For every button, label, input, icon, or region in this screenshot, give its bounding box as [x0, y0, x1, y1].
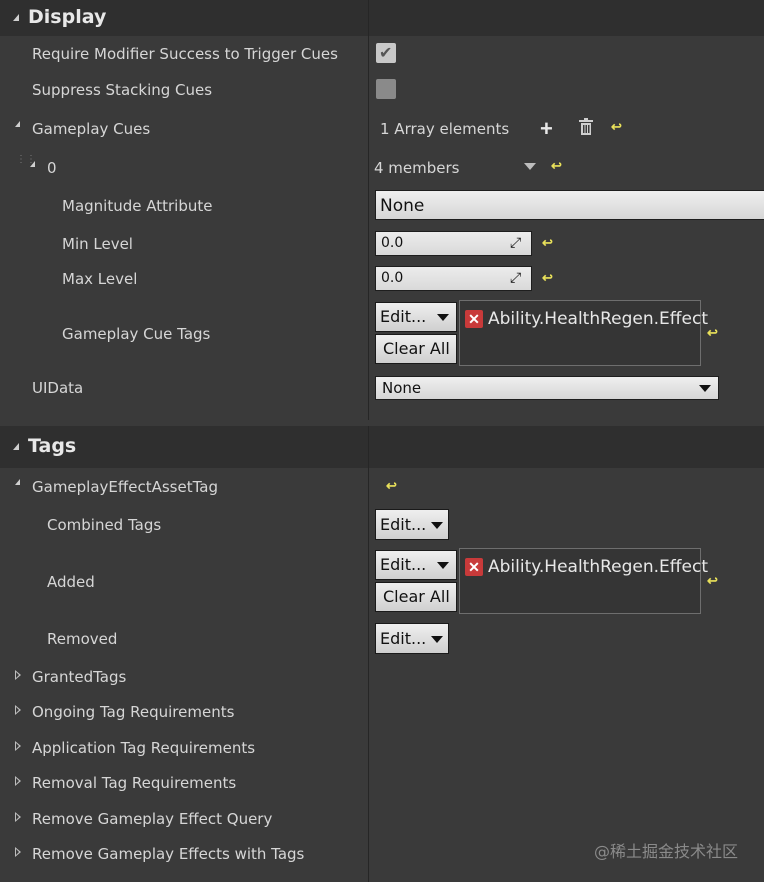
delete-all-icon[interactable]: [578, 118, 594, 136]
require-modifier-checkbox[interactable]: ✔: [376, 43, 396, 63]
removal-tag-requirements-label[interactable]: Removal Tag Requirements: [32, 774, 236, 792]
max-level-label: Max Level: [62, 270, 138, 288]
reset-to-default-icon[interactable]: ↩: [386, 478, 397, 494]
min-level-value: 0.0: [381, 235, 404, 251]
expand-arrow-icon[interactable]: [30, 161, 35, 167]
category-tags-header[interactable]: Tags: [0, 426, 764, 468]
max-level-value: 0.0: [381, 270, 404, 286]
remove-tag-icon[interactable]: ✕: [465, 558, 483, 576]
reset-to-default-icon[interactable]: ↩: [707, 573, 718, 589]
expand-arrow-icon[interactable]: [15, 121, 20, 127]
added-label: Added: [47, 573, 95, 591]
collapse-arrow-icon[interactable]: [13, 14, 19, 21]
reset-to-default-icon[interactable]: ↩: [551, 158, 562, 174]
edit-label: Edit...: [380, 515, 427, 534]
suppress-stacking-label: Suppress Stacking Cues: [32, 81, 213, 99]
application-tag-requirements-label[interactable]: Application Tag Requirements: [32, 739, 255, 757]
magnitude-attribute-value: None: [380, 196, 425, 216]
edit-button[interactable]: Edit...: [375, 623, 449, 654]
column-divider: [368, 0, 369, 420]
tag-container: ✕ Ability.HealthRegen.Effect: [459, 548, 708, 614]
reset-to-default-icon[interactable]: ↩: [542, 270, 553, 286]
edit-label: Edit...: [380, 555, 427, 574]
suppress-stacking-checkbox[interactable]: [376, 79, 396, 99]
granted-tags-label[interactable]: GrantedTags: [32, 668, 126, 686]
remove-tag-icon[interactable]: ✕: [465, 310, 483, 328]
require-modifier-label: Require Modifier Success to Trigger Cues: [32, 45, 338, 63]
remove-gameplay-effects-with-tags-label[interactable]: Remove Gameplay Effects with Tags: [32, 845, 304, 863]
category-display-header[interactable]: Display: [0, 0, 764, 36]
reset-to-default-icon[interactable]: ↩: [707, 325, 718, 341]
uidata-combo[interactable]: None: [375, 376, 719, 400]
reset-to-default-icon[interactable]: ↩: [611, 119, 622, 135]
combined-tags-label: Combined Tags: [47, 516, 162, 534]
remove-gameplay-effect-query-label[interactable]: Remove Gameplay Effect Query: [32, 810, 272, 828]
expand-icon[interactable]: ⤢: [510, 235, 521, 251]
collapsed-arrow-icon[interactable]: [15, 776, 21, 786]
asset-tag-label: GameplayEffectAssetTag: [32, 478, 218, 496]
edit-label: Edit...: [380, 629, 427, 648]
min-level-label: Min Level: [62, 235, 133, 253]
collapsed-arrow-icon[interactable]: [15, 847, 21, 857]
dropdown-arrow-icon: [437, 314, 449, 321]
edit-button[interactable]: Edit...: [375, 509, 449, 540]
collapsed-arrow-icon[interactable]: [15, 741, 21, 751]
members-count: 4 members: [374, 159, 460, 177]
collapsed-arrow-icon[interactable]: [15, 670, 21, 680]
tag-name: Ability.HealthRegen.Effect: [488, 309, 708, 329]
check-icon: ✔: [379, 45, 393, 62]
expand-arrow-icon[interactable]: [15, 479, 20, 485]
dropdown-arrow-icon: [431, 636, 443, 643]
column-divider: [368, 426, 369, 882]
uidata-value: None: [382, 379, 422, 397]
clear-all-button[interactable]: Clear All: [375, 334, 457, 364]
dropdown-arrow-icon: [437, 562, 449, 569]
expand-icon[interactable]: ⤢: [510, 270, 521, 286]
collapse-arrow-icon[interactable]: [13, 443, 19, 450]
min-level-input[interactable]: 0.0 ⤢: [375, 231, 532, 256]
clear-all-button[interactable]: Clear All: [375, 582, 457, 612]
max-level-input[interactable]: 0.0 ⤢: [375, 266, 532, 291]
dropdown-arrow-icon: [431, 522, 443, 529]
collapsed-arrow-icon[interactable]: [15, 812, 21, 822]
clear-all-label: Clear All: [383, 339, 450, 358]
drag-handle-icon[interactable]: ⋮⋮: [16, 155, 36, 177]
dropdown-arrow-icon: [699, 385, 711, 392]
tag-name: Ability.HealthRegen.Effect: [488, 557, 708, 577]
clear-all-label: Clear All: [383, 587, 450, 606]
removed-label: Removed: [47, 630, 118, 648]
uidata-label: UIData: [32, 379, 84, 397]
edit-button[interactable]: Edit...: [375, 550, 457, 580]
gameplay-cues-label: Gameplay Cues: [32, 120, 151, 138]
tag-container: ✕ Ability.HealthRegen.Effect: [459, 300, 708, 366]
category-title: Display: [28, 6, 107, 28]
magnitude-attribute-label: Magnitude Attribute: [62, 197, 213, 215]
array-count: 1 Array elements: [380, 120, 510, 138]
reset-to-default-icon[interactable]: ↩: [542, 235, 553, 251]
add-element-icon[interactable]: +: [540, 116, 553, 142]
watermark: @稀土掘金技术社区: [594, 842, 739, 861]
collapsed-arrow-icon[interactable]: [15, 705, 21, 715]
magnitude-attribute-combo[interactable]: None: [375, 190, 764, 220]
ongoing-tag-requirements-label[interactable]: Ongoing Tag Requirements: [32, 703, 234, 721]
edit-label: Edit...: [380, 307, 427, 326]
element-menu-icon[interactable]: [524, 163, 536, 170]
gameplay-cue-tags-label: Gameplay Cue Tags: [62, 325, 211, 343]
edit-button[interactable]: Edit...: [375, 302, 457, 332]
category-title: Tags: [28, 435, 77, 457]
element-index: 0: [47, 159, 57, 177]
